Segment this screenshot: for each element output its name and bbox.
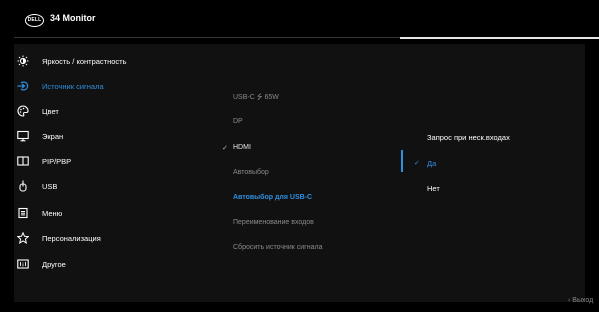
monitor-title: 34 Monitor bbox=[50, 13, 96, 23]
submenu-item-auto-select[interactable]: Автовыбор bbox=[233, 169, 269, 176]
usb-icon bbox=[17, 180, 29, 192]
star-icon bbox=[17, 232, 29, 244]
option-no[interactable]: Нет bbox=[427, 184, 440, 193]
menu-item-personalization[interactable]: Персонализация bbox=[17, 229, 101, 247]
menu-item-menu[interactable]: Меню bbox=[17, 204, 62, 222]
menu-item-usb[interactable]: USB bbox=[17, 177, 57, 195]
selection-indicator bbox=[401, 150, 403, 172]
menu-item-label: Источник сигнала bbox=[42, 81, 104, 91]
option-title: Запрос при неск.входах bbox=[427, 133, 510, 142]
pip-icon bbox=[17, 155, 29, 167]
submenu-item-usb-c[interactable]: USB-C ⭍ 65W bbox=[233, 93, 279, 104]
menu-item-label: Меню bbox=[42, 208, 63, 218]
other-icon: i bbox=[17, 258, 29, 270]
menu-item-label: Цвет bbox=[42, 106, 59, 116]
menu-item-label: PIP/PBP bbox=[42, 156, 72, 166]
check-icon: ✓ bbox=[414, 160, 420, 167]
menu-item-label: Другое bbox=[42, 259, 66, 269]
menu-icon bbox=[17, 207, 29, 219]
submenu-item-hdmi[interactable]: HDMI bbox=[233, 144, 251, 151]
header-divider bbox=[14, 37, 400, 38]
menu-item-label: Персонализация bbox=[42, 233, 101, 243]
header-divider-highlight bbox=[400, 37, 599, 39]
exit-button[interactable]: ‹ Выход bbox=[568, 297, 593, 304]
menu-item-color[interactable]: Цвет bbox=[17, 102, 59, 120]
svg-text:i: i bbox=[22, 262, 24, 268]
input-source-icon bbox=[17, 80, 29, 92]
submenu-item-auto-select-usb-c[interactable]: Автовыбор для USB-C bbox=[233, 194, 312, 201]
option-yes[interactable]: Да bbox=[427, 159, 436, 168]
menu-item-label: Экран bbox=[42, 131, 64, 141]
submenu-item-reset-input-source[interactable]: Сбросить источник сигнала bbox=[233, 244, 322, 251]
brightness-icon bbox=[17, 55, 29, 67]
menu-item-other[interactable]: i Другое bbox=[17, 255, 66, 273]
menu-item-display[interactable]: Экран bbox=[17, 127, 63, 145]
submenu-item-rename-inputs[interactable]: Переименование входов bbox=[233, 219, 314, 226]
menu-item-label: Яркость / контрастность bbox=[42, 56, 127, 66]
menu-item-label: USB bbox=[42, 181, 58, 191]
submenu-item-dp[interactable]: DP bbox=[233, 118, 243, 125]
menu-item-input-source[interactable]: Источник сигнала bbox=[17, 77, 104, 95]
color-palette-icon bbox=[17, 105, 29, 117]
dell-logo: DELL bbox=[25, 14, 44, 27]
display-icon bbox=[17, 130, 29, 142]
check-icon: ✓ bbox=[222, 145, 228, 152]
osd-header: DELL 34 Monitor bbox=[0, 0, 599, 37]
menu-item-pip-pbp[interactable]: PIP/PBP bbox=[17, 152, 71, 170]
menu-item-brightness-contrast[interactable]: Яркость / контрастность bbox=[17, 52, 127, 70]
